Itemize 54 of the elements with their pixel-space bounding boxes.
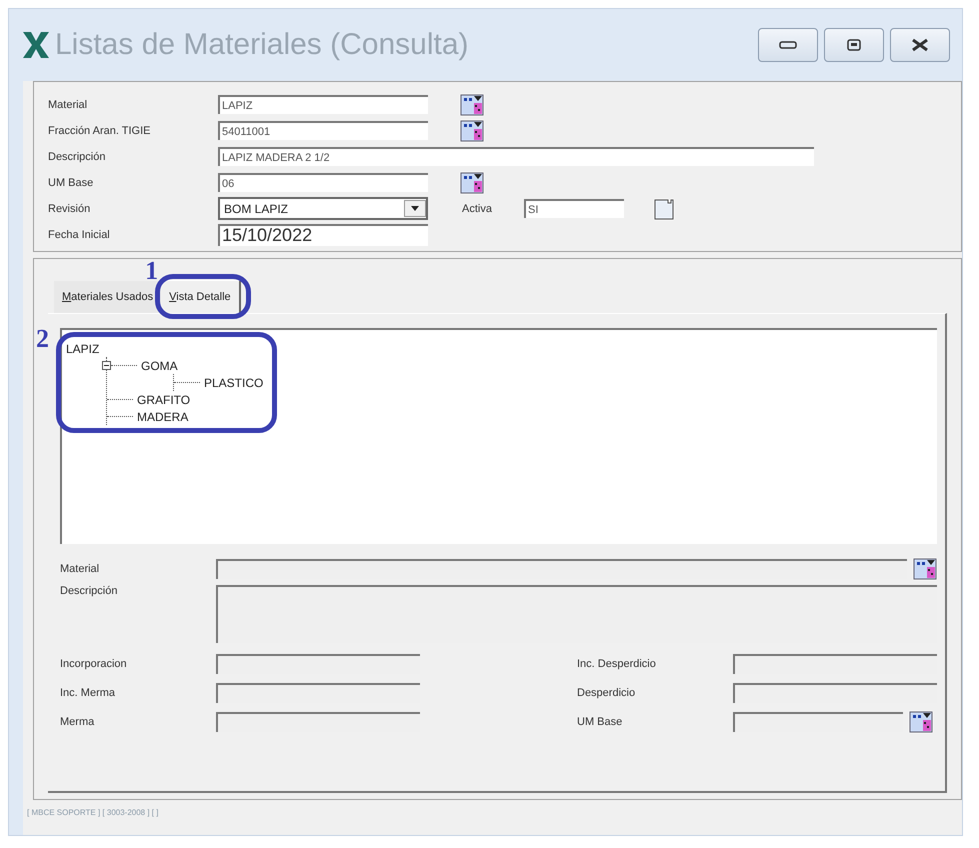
dropdown-button[interactable] xyxy=(404,200,426,217)
field-label: Inc. Desperdicio xyxy=(577,658,657,670)
tree-item[interactable]: LAPIZ xyxy=(66,342,100,356)
text-field[interactable]: LAPIZ MADERA 2 1/2 xyxy=(218,147,814,166)
annotation-number: 1 xyxy=(145,258,158,284)
close-button[interactable] xyxy=(890,28,950,62)
status-text: [ MBCE SOPORTE ] [ 3003-2008 ] [ ] xyxy=(26,807,160,819)
picker-button[interactable] xyxy=(460,170,484,194)
picker-button[interactable] xyxy=(913,556,937,580)
field-label: UM Base xyxy=(577,716,624,728)
field-label: Inc. Merma xyxy=(60,686,116,698)
grid-icon xyxy=(913,556,937,580)
text-field[interactable]: 54011001 xyxy=(218,121,428,140)
tree-item[interactable]: GOMA xyxy=(141,358,178,372)
maximize-icon xyxy=(847,39,861,51)
close-icon xyxy=(911,38,929,52)
picker-button[interactable] xyxy=(460,118,484,142)
field-label: Material xyxy=(48,98,88,110)
date-field[interactable]: 15/10/2022 xyxy=(218,224,428,246)
field-label: Activa xyxy=(462,202,493,214)
collapse-icon[interactable] xyxy=(102,361,111,370)
tree-item[interactable]: PLASTICO xyxy=(204,376,264,390)
grid-icon xyxy=(460,118,484,142)
tab[interactable]: Materiales Usados xyxy=(54,281,162,313)
app-logo-icon xyxy=(21,30,51,60)
text-field[interactable]: 06 xyxy=(218,173,428,192)
field-label: Descripción xyxy=(48,150,106,162)
minimize-icon xyxy=(779,41,797,49)
caret-icon xyxy=(411,206,419,211)
text-field[interactable]: LAPIZ xyxy=(218,95,428,114)
dropdown-field[interactable]: BOM LAPIZ xyxy=(218,197,428,220)
field-label: Revisión xyxy=(48,202,92,214)
picker-button[interactable] xyxy=(909,710,933,734)
document-icon xyxy=(652,196,676,220)
grid-icon xyxy=(460,170,484,194)
maximize-button[interactable] xyxy=(824,28,884,62)
field-label: Merma xyxy=(60,716,96,728)
field-label: Descripción xyxy=(60,585,118,599)
tree-item[interactable]: MADERA xyxy=(137,410,188,424)
picker-button[interactable] xyxy=(460,92,484,116)
grid-icon xyxy=(909,710,933,734)
field-label: UM Base xyxy=(48,176,94,188)
field-label: Desperdicio xyxy=(577,686,636,698)
annotation-number: 2 xyxy=(36,326,49,352)
tree-item[interactable]: GRAFITO xyxy=(137,392,190,406)
field-label: Incorporacion xyxy=(60,658,128,670)
field-label: Material xyxy=(60,562,100,574)
grid-icon xyxy=(460,92,484,116)
minimize-button[interactable] xyxy=(758,28,818,62)
document-button[interactable] xyxy=(652,196,676,220)
text-field[interactable]: SI xyxy=(524,199,624,218)
window-title: Listas de Materiales (Consulta) xyxy=(55,28,469,62)
field-label: Fecha Inicial xyxy=(48,228,111,240)
field-label: Fracción Aran. TIGIE xyxy=(48,124,152,136)
